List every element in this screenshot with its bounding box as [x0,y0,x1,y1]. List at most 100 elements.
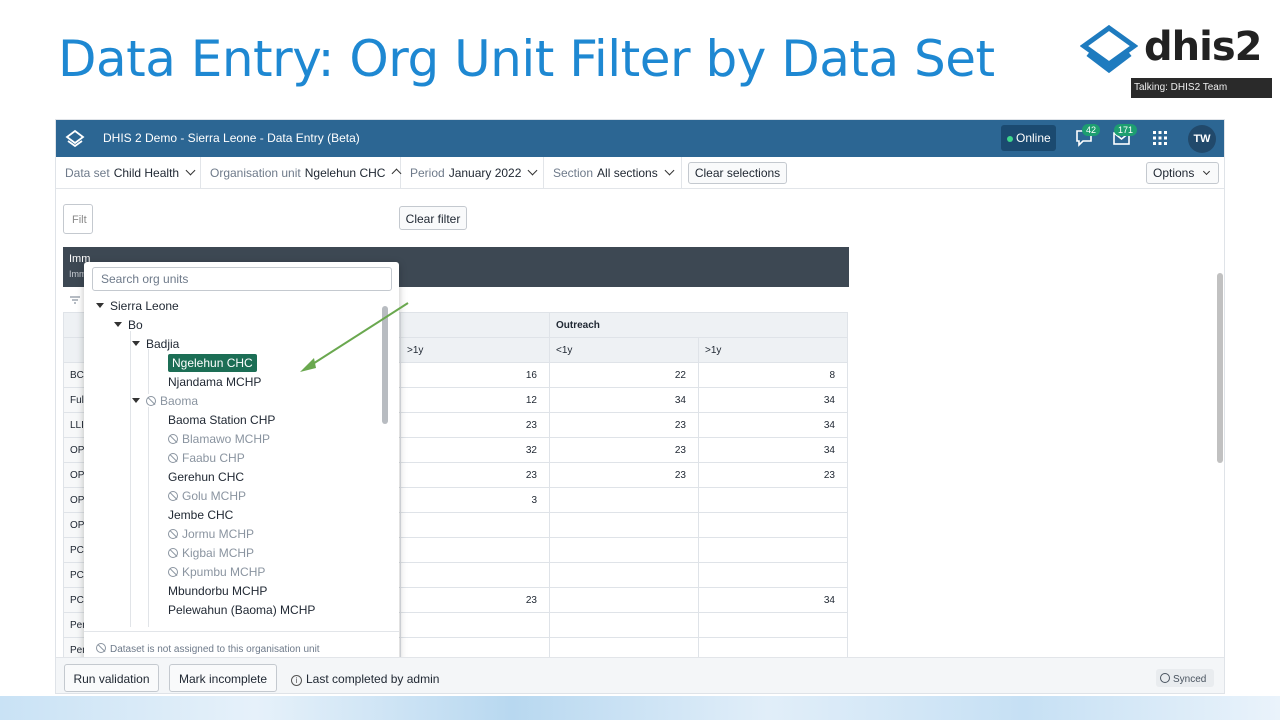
form-scroll-thumb[interactable] [1217,273,1223,463]
options-button[interactable]: Options [1146,162,1219,184]
not-assigned-icon [168,567,178,577]
value-cell[interactable]: 23 [400,412,550,438]
last-completed-text: Last completed by admin [306,672,440,686]
chevron-down-icon [664,165,675,176]
expand-triangle-icon[interactable] [132,341,140,346]
expand-triangle-icon[interactable] [114,322,122,327]
tree-guide-line [148,349,149,394]
logo-text: dhis2 [1144,24,1262,70]
orgunit-tree-item[interactable]: Badjia [132,335,179,354]
orgunit-tree-item[interactable]: Kigbai MCHP [168,544,254,563]
value-cell[interactable] [698,487,848,513]
orgunit-tree-item[interactable]: Blamawo MCHP [168,430,270,449]
section-label: Section [553,166,594,180]
outreach-header: Outreach [549,312,848,338]
orgunit-tree-item[interactable]: Baoma [132,392,198,411]
orgunit-tree-item[interactable]: Faabu CHP [168,449,245,468]
value-cell[interactable] [698,612,848,638]
value-cell[interactable]: 34 [698,412,848,438]
orgunit-search-input[interactable]: Search org units [92,267,392,291]
orgunit-tree-item[interactable]: Sierra Leone [96,297,179,316]
orgunit-tree-item-label: Baoma [160,394,199,408]
value-cell[interactable] [400,562,550,588]
value-cell[interactable] [698,562,848,588]
run-validation-button[interactable]: Run validation [64,664,159,692]
orgunit-tree-item[interactable]: Bo [114,316,143,335]
orgunit-tree-scroll-thumb[interactable] [382,306,388,424]
orgunit-tree-item[interactable]: Ngelehun CHC [168,354,257,373]
orgunit-tree-item[interactable]: Mbundorbu MCHP [168,582,267,601]
value-cell[interactable] [698,537,848,563]
value-cell[interactable]: 23 [549,462,699,488]
value-cell[interactable]: 34 [698,437,848,463]
orgunit-tree-item[interactable]: Pelewahun (Baoma) MCHP [168,601,315,620]
chevron-down-icon [185,165,196,176]
orgunit-tree-item[interactable]: Njandama MCHP [168,373,261,392]
orgunit-tree-item[interactable]: Jormu MCHP [168,525,254,544]
dhis2-logo-icon [1079,24,1139,74]
filter-input[interactable]: Filt [63,204,93,234]
value-cell[interactable]: 23 [400,462,550,488]
value-cell[interactable]: 3 [400,487,550,513]
header-cell [400,312,550,338]
dhis2-logo: dhis2 [1079,24,1262,78]
subheader-cell: >1y [400,337,550,363]
value-cell[interactable]: 34 [549,387,699,413]
apps-grid-icon[interactable] [1149,128,1171,148]
orgunit-tree-item-label: Golu MCHP [182,489,247,503]
orgunit-tree-item-label: Badjia [146,337,180,351]
orgunit-tree-item-label: Ngelehun CHC [168,354,257,372]
expand-triangle-icon[interactable] [132,398,140,403]
value-cell[interactable] [549,612,699,638]
form-scrollbar[interactable] [1216,269,1224,693]
filter-lines-icon[interactable] [69,295,81,305]
value-cell[interactable] [549,537,699,563]
expand-triangle-icon[interactable] [96,303,104,308]
check-circle-icon [1160,673,1170,683]
value-cell[interactable] [549,562,699,588]
orgunit-tree-item[interactable]: Kpumbu MCHP [168,563,265,582]
orgunit-tree-item[interactable]: Gerehun CHC [168,468,244,487]
user-avatar[interactable]: TW [1188,125,1216,153]
orgunit-tree-item[interactable]: Golu MCHP [168,487,246,506]
orgunit-selector[interactable]: Organisation unit Ngelehun CHC [201,157,402,189]
messages-badge: 171 [1114,124,1138,136]
value-cell[interactable] [549,487,699,513]
value-cell[interactable]: 32 [400,437,550,463]
value-cell[interactable]: 12 [400,387,550,413]
orgunit-tree-item-label: Njandama MCHP [168,375,262,389]
clear-filter-button[interactable]: Clear filter [399,206,467,230]
value-cell[interactable]: 23 [698,462,848,488]
value-cell[interactable] [400,512,550,538]
value-cell[interactable] [400,537,550,563]
value-cell[interactable]: 23 [549,437,699,463]
orgunit-tree: Sierra Leone Bo Badjia Ngelehun CHC Njandama… [84,297,384,627]
value-cell[interactable]: 22 [549,362,699,388]
orgunit-tree-item-label: Gerehun CHC [168,470,245,484]
value-cell[interactable] [549,512,699,538]
orgunit-tree-item[interactable]: Baoma Station CHP [168,411,275,430]
not-assigned-icon [168,453,178,463]
dhis2-app-icon[interactable] [64,128,86,150]
value-cell[interactable] [698,512,848,538]
value-cell[interactable] [549,587,699,613]
value-cell[interactable]: 34 [698,387,848,413]
value-cell[interactable]: 34 [698,587,848,613]
decorative-wave [0,696,1280,720]
section-selector[interactable]: Section All sections [544,157,682,189]
value-cell[interactable]: 16 [400,362,550,388]
orgunit-tree-scrollbar[interactable] [381,300,389,620]
form-area: Filt Clear filter Imm Imm Outreach >1y <… [56,189,1224,667]
clear-selections-button[interactable]: Clear selections [688,162,787,184]
dataset-selector[interactable]: Data set Child Health [56,157,201,189]
orgunit-tree-item-label: Jormu MCHP [182,527,255,541]
mark-incomplete-button[interactable]: Mark incomplete [169,664,277,692]
value-cell[interactable]: 8 [698,362,848,388]
value-cell[interactable] [400,612,550,638]
orgunit-tree-item[interactable]: Jembe CHC [168,506,233,525]
value-cell[interactable]: 23 [400,587,550,613]
value-cell[interactable]: 23 [549,412,699,438]
section-value: All sections [597,166,658,180]
dataset-label: Data set [65,166,110,180]
period-selector[interactable]: Period January 2022 [401,157,544,189]
